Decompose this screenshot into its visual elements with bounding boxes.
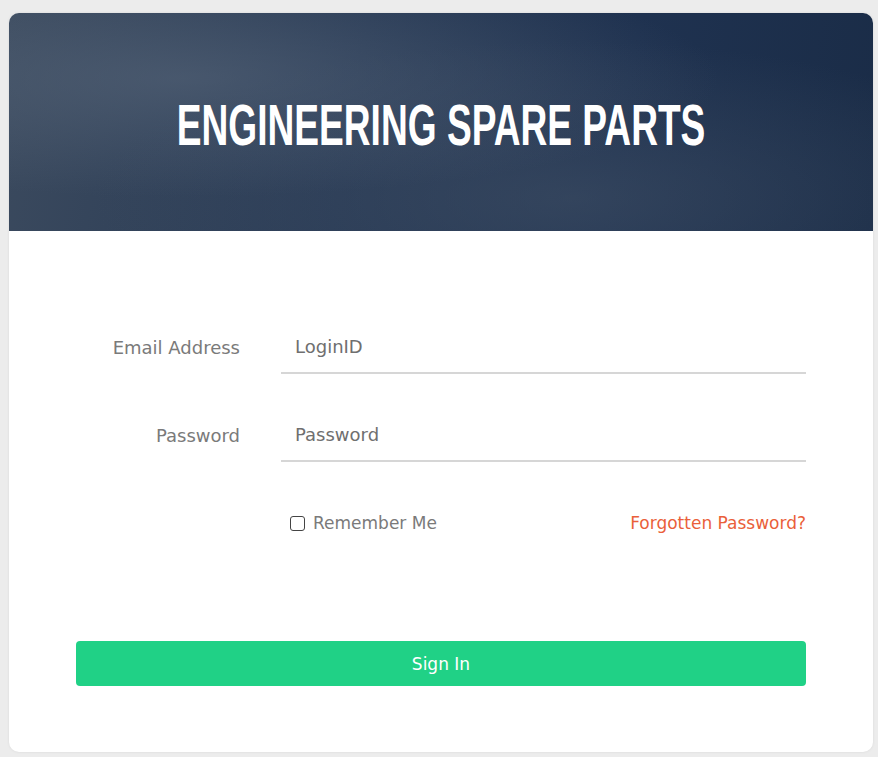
header-banner: ENGINEERING SPARE PARTS — [9, 13, 873, 231]
forgot-password-link[interactable]: Forgotten Password? — [630, 513, 806, 533]
remember-label: Remember Me — [313, 513, 437, 533]
options-row: Remember Me Forgotten Password? — [290, 511, 806, 535]
login-card: ENGINEERING SPARE PARTS Email Address Pass… — [9, 13, 873, 752]
field-label: Email Address — [76, 337, 240, 358]
remember-checkbox[interactable] — [290, 516, 305, 531]
login-page: ENGINEERING SPARE PARTS Email Address Pass… — [0, 0, 878, 757]
text-input[interactable] — [281, 320, 806, 374]
password-input[interactable] — [281, 408, 806, 462]
field-grid: Email Address Password — [76, 320, 806, 462]
login-form: Email Address Password Remember Me Forgotte… — [9, 231, 873, 752]
app-title: ENGINEERING SPARE PARTS — [177, 87, 706, 157]
field-label: Password — [76, 425, 240, 446]
remember-me[interactable]: Remember Me — [290, 513, 437, 533]
sign-in-button[interactable]: Sign In — [76, 641, 806, 686]
